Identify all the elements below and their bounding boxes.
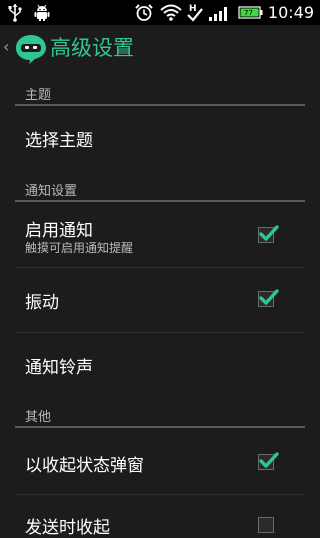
pref-enable-notifications[interactable]: 启用通知 触摸可启用通知提醒 — [0, 202, 320, 266]
vibrate-checkbox[interactable] — [258, 289, 279, 307]
pref-select-theme[interactable]: 选择主题 — [0, 106, 320, 170]
network-type-label: H — [189, 4, 197, 14]
enable-notifications-checkbox[interactable] — [258, 225, 279, 243]
pref-ringtone[interactable]: 通知铃声 — [0, 333, 320, 397]
wifi-icon — [160, 4, 182, 21]
section-divider — [15, 426, 305, 428]
clock: 10:49 — [267, 3, 314, 22]
pref-popup-collapsed[interactable]: 以收起状态弹窗 — [0, 429, 320, 494]
checkmark-icon — [259, 452, 279, 468]
checkmark-icon — [259, 289, 279, 305]
pref-title: 振动 — [25, 293, 59, 313]
section-header-notifications: 通知设置 — [0, 174, 320, 202]
status-bar: H 77 10:49 — [0, 0, 320, 25]
section-header-theme: 主题 — [0, 78, 320, 106]
popup-collapsed-checkbox[interactable] — [258, 452, 279, 470]
section-header-label: 通知设置 — [25, 184, 78, 199]
pref-summary: 触摸可启用通知提醒 — [25, 241, 134, 255]
data-h-icon: H — [187, 4, 203, 22]
action-bar: ‹ 高级设置 — [0, 25, 320, 72]
battery-icon: 77 — [238, 6, 263, 19]
checkmark-icon — [259, 225, 279, 241]
back-chevron-icon[interactable]: ‹ — [3, 39, 9, 55]
pref-vibrate[interactable]: 振动 — [0, 268, 320, 331]
section-header-label: 其他 — [25, 410, 52, 425]
pref-title: 发送时收起 — [25, 518, 110, 538]
pref-title: 选择主题 — [25, 131, 93, 151]
pref-collapse-on-send[interactable]: 发送时收起 — [0, 495, 320, 538]
android-debug-icon — [34, 4, 50, 21]
alarm-icon — [135, 4, 153, 21]
page-title: 高级设置 — [50, 36, 134, 60]
usb-icon — [8, 4, 22, 22]
section-header-label: 主题 — [25, 88, 52, 103]
pref-title: 启用通知 — [25, 221, 93, 241]
pref-title: 通知铃声 — [25, 358, 93, 378]
signal-icon — [209, 7, 227, 21]
section-header-other: 其他 — [0, 400, 320, 428]
pref-title: 以收起状态弹窗 — [25, 456, 144, 476]
collapse-on-send-checkbox[interactable] — [258, 517, 274, 533]
battery-level: 77 — [244, 9, 253, 17]
app-logo-icon[interactable] — [14, 33, 48, 65]
